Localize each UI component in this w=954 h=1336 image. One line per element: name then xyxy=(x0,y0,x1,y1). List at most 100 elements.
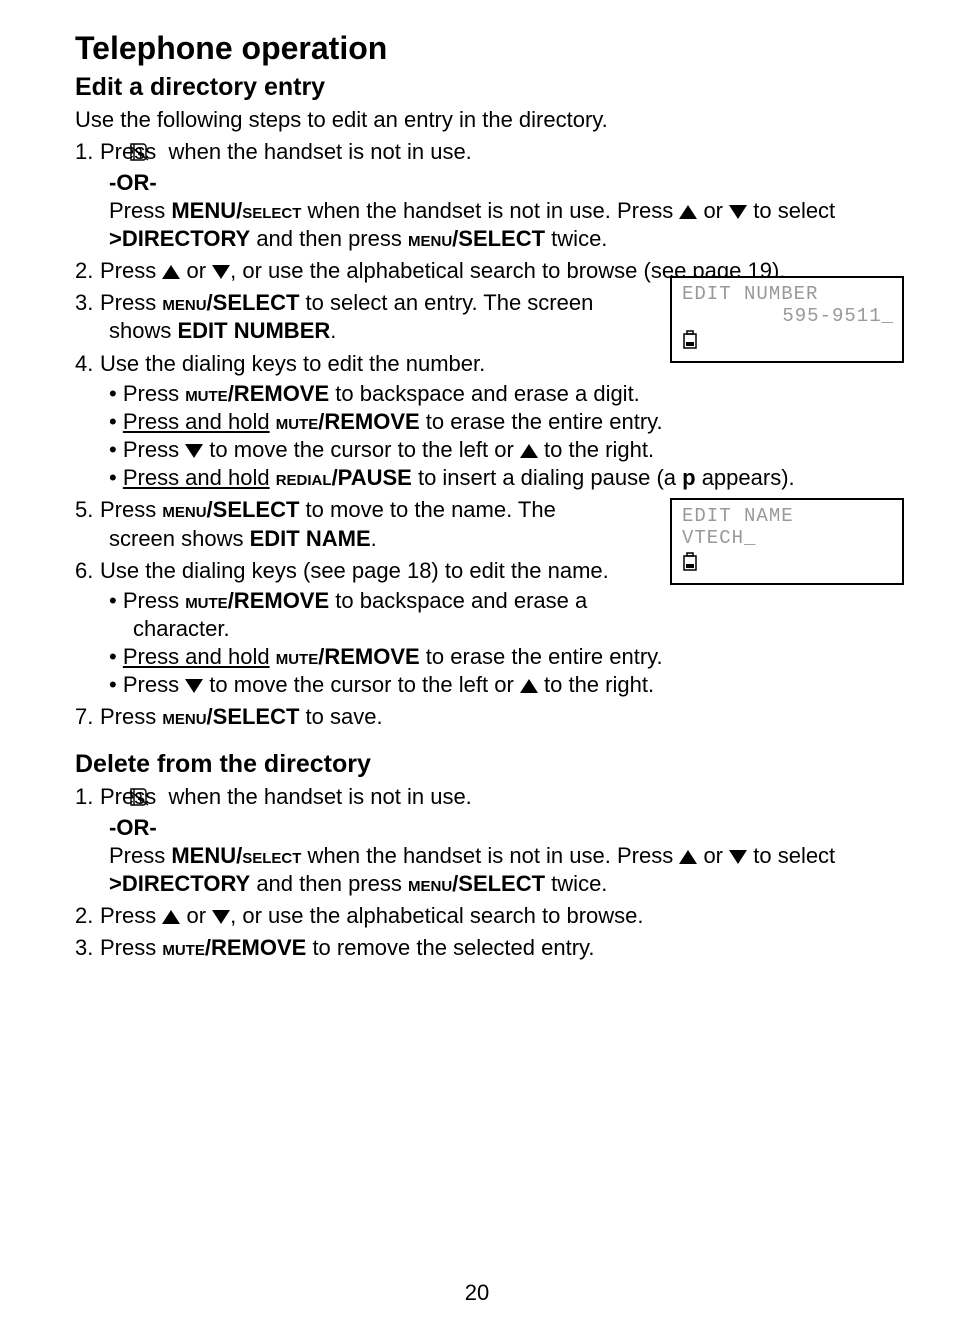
text: Press xyxy=(123,381,185,406)
down-arrow-icon xyxy=(729,850,747,864)
or-text: -OR- xyxy=(109,170,157,195)
up-arrow-icon xyxy=(162,265,180,279)
text: to backspace and erase a digit. xyxy=(329,381,640,406)
text: menu xyxy=(408,871,452,896)
text: menu xyxy=(162,704,206,729)
text: Press xyxy=(100,258,162,283)
text: to remove the selected entry. xyxy=(306,935,594,960)
down-arrow-icon xyxy=(729,205,747,219)
down-arrow-icon xyxy=(185,679,203,693)
text: Press xyxy=(100,935,162,960)
text: mute xyxy=(276,409,319,434)
text: to xyxy=(747,198,778,223)
text: /REMOVE xyxy=(318,644,419,669)
screen-line-1: EDIT NAME xyxy=(682,506,894,528)
text: to insert a dialing pause (a xyxy=(412,465,682,490)
edit-step-6-sub2: Press and hold mute/REMOVE to erase the … xyxy=(109,643,886,671)
down-arrow-icon xyxy=(185,444,203,458)
edit-step-6-sub3: Press to move the cursor to the left or … xyxy=(109,671,886,699)
text: mute xyxy=(185,588,228,613)
delete-step-2: 2.Press or , or use the alphabetical sea… xyxy=(75,902,886,930)
text: to the right. xyxy=(538,672,654,697)
down-arrow-icon xyxy=(212,910,230,924)
text: /REMOVE xyxy=(205,935,306,960)
up-arrow-icon xyxy=(679,205,697,219)
text: >DIRECTORY xyxy=(109,871,250,896)
text: Press xyxy=(123,672,185,697)
up-arrow-icon xyxy=(162,910,180,924)
edit-step-1: 1.Press when the handset is not in use. … xyxy=(75,138,886,254)
text: EDIT NAME xyxy=(250,526,371,551)
page-number: 20 xyxy=(0,1280,954,1306)
text: Press xyxy=(100,497,162,522)
screen-line-1: EDIT NUMBER xyxy=(682,284,894,306)
text: or xyxy=(180,903,212,928)
battery-icon xyxy=(682,552,894,579)
text: Press and hold xyxy=(123,409,270,434)
text: mute xyxy=(276,644,319,669)
battery-icon xyxy=(682,330,894,357)
edit-steps: 1.Press when the handset is not in use. … xyxy=(75,138,886,732)
text: or xyxy=(697,843,729,868)
edit-step-4-sub4: Press and hold redial/PAUSE to insert a … xyxy=(109,464,886,492)
text: when the handset is not in use. Press xyxy=(301,843,679,868)
text: Press xyxy=(100,290,162,315)
text: /SELECT xyxy=(207,497,300,522)
text: Press xyxy=(100,903,162,928)
screen-line-2: 595-9511_ xyxy=(682,306,894,328)
text: and then press xyxy=(250,226,408,251)
edit-step-4: 4.Use the dialing keys to edit the numbe… xyxy=(75,350,886,493)
screen-edit-name: EDIT NAME VTECH_ xyxy=(670,498,904,585)
section-heading-edit: Edit a directory entry xyxy=(75,73,886,102)
screen-edit-number: EDIT NUMBER 595-9511_ xyxy=(670,276,904,363)
text: Press xyxy=(109,198,171,223)
text: select xyxy=(242,843,301,868)
text: to erase the entire entry. xyxy=(420,409,663,434)
down-arrow-icon xyxy=(212,265,230,279)
text: to the right. xyxy=(538,437,654,462)
delete-step-1: 1.Press when the handset is not in use. … xyxy=(75,783,886,899)
text: , or use the alphabetical search to brow… xyxy=(230,903,643,928)
text: . xyxy=(371,526,377,551)
text: /REMOVE xyxy=(318,409,419,434)
section-heading-delete: Delete from the directory xyxy=(75,750,886,779)
text: /SELECT xyxy=(452,871,545,896)
text: menu xyxy=(408,226,452,251)
up-arrow-icon xyxy=(679,850,697,864)
text: select xyxy=(242,198,301,223)
text: /SELECT xyxy=(207,290,300,315)
text: Press xyxy=(123,437,185,462)
text: or xyxy=(180,258,212,283)
edit-step-4-sub2: Press and hold mute/REMOVE to erase the … xyxy=(109,408,886,436)
text: to xyxy=(747,843,778,868)
text: appears). xyxy=(696,465,795,490)
text: twice. xyxy=(545,871,607,896)
text: /SELECT xyxy=(452,226,545,251)
or-text: -OR- xyxy=(109,815,157,840)
delete-step-3: 3.Press mute/REMOVE to remove the select… xyxy=(75,934,886,962)
text: p xyxy=(682,465,695,490)
text: Press xyxy=(123,588,185,613)
text: or xyxy=(697,198,729,223)
text: mute xyxy=(185,381,228,406)
text: menu xyxy=(162,290,206,315)
edit-step-4-sub3: Press to move the cursor to the left or … xyxy=(109,436,886,464)
page-title: Telephone operation xyxy=(75,30,886,67)
text: select xyxy=(778,843,835,868)
text: Press and hold xyxy=(123,644,270,669)
delete-steps: 1.Press when the handset is not in use. … xyxy=(75,783,886,963)
edit-step-7: 7.Press menu/SELECT to save. xyxy=(75,703,886,731)
text: Press xyxy=(109,843,171,868)
text: /REMOVE xyxy=(228,381,329,406)
text: when the handset is not in use. Press xyxy=(301,198,679,223)
text: twice. xyxy=(545,226,607,251)
edit-step-4-sub1: Press mute/REMOVE to backspace and erase… xyxy=(109,380,886,408)
text: mute xyxy=(162,935,205,960)
edit-intro: Use the following steps to edit an entry… xyxy=(75,106,886,134)
text: . xyxy=(330,318,336,343)
text: /PAUSE xyxy=(332,465,412,490)
text: select xyxy=(778,198,835,223)
screen-line-2: VTECH_ xyxy=(682,528,894,550)
text: redial xyxy=(276,465,332,490)
text: when the handset is not in use. xyxy=(162,139,471,164)
